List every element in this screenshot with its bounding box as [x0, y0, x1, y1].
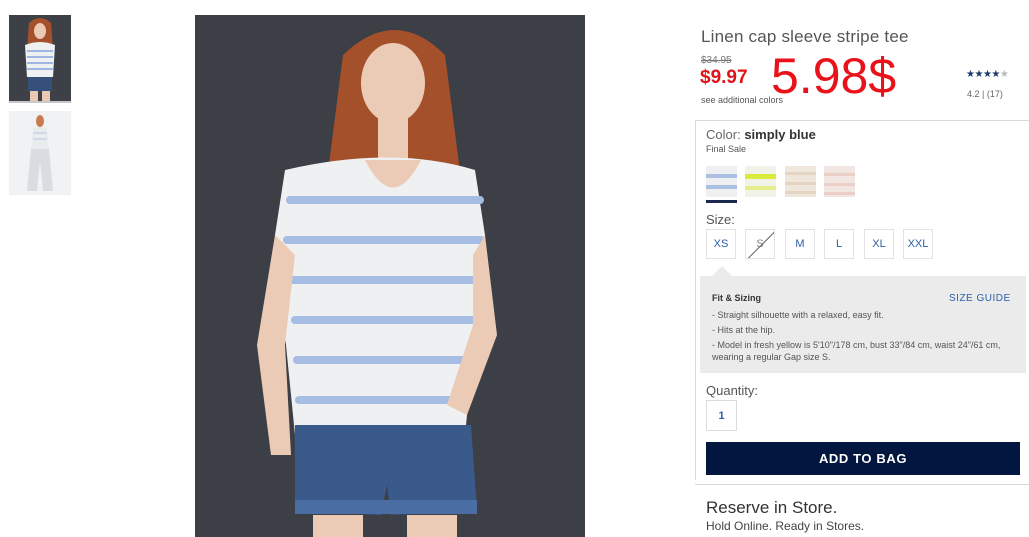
swatch-simply-blue[interactable]: [706, 166, 737, 197]
add-to-bag-button[interactable]: ADD TO BAG: [706, 442, 1020, 475]
quantity-input[interactable]: [706, 400, 737, 431]
color-label: Color: simply blue: [706, 127, 816, 142]
rating-summary[interactable]: 4.2 | (17): [967, 89, 1003, 99]
selected-color-name: simply blue: [744, 127, 816, 142]
product-title: Linen cap sleeve stripe tee: [701, 27, 909, 46]
size-option-s-unavailable[interactable]: S: [745, 229, 775, 259]
star-icon: ★: [974, 69, 983, 80]
swatch-pink-stripe[interactable]: [824, 166, 855, 197]
thumbnail-front-image: [9, 15, 71, 101]
fit-details-list: - Straight silhouette with a relaxed, ea…: [712, 309, 1012, 366]
swatch-fresh-yellow[interactable]: [745, 166, 776, 197]
size-option-xl[interactable]: XL: [864, 229, 894, 259]
final-sale-note: Final Sale: [706, 144, 747, 154]
size-option-xs[interactable]: XS: [706, 229, 736, 259]
color-label-text: Color:: [706, 127, 741, 142]
price-annotation: 5.98$: [771, 48, 897, 104]
reserve-in-store-title[interactable]: Reserve in Store.: [706, 498, 837, 518]
selected-swatch-indicator: [706, 200, 737, 203]
size-label: Size:: [706, 212, 735, 227]
size-guide-link[interactable]: SIZE GUIDE: [949, 293, 1011, 304]
size-option-xxl[interactable]: XXL: [903, 229, 933, 259]
original-price: $34.95: [701, 55, 732, 66]
star-icon: ★: [991, 69, 1000, 80]
star-rating[interactable]: ★★★★★: [966, 69, 1009, 80]
reserve-divider: [695, 484, 1029, 485]
size-option-m[interactable]: M: [785, 229, 815, 259]
main-product-image[interactable]: [195, 15, 585, 537]
fit-sizing-title: Fit & Sizing: [712, 293, 761, 303]
thumbnail-front[interactable]: [9, 15, 71, 103]
size-option-l[interactable]: L: [824, 229, 854, 259]
star-empty-icon: ★: [999, 69, 1009, 80]
sale-price: $9.97: [700, 67, 748, 88]
reserve-in-store-subtitle: Hold Online. Ready in Stores.: [706, 519, 865, 533]
unavailable-slash: [747, 230, 774, 258]
thumbnail-full[interactable]: [9, 111, 71, 195]
thumbnail-full-image: [9, 111, 71, 195]
swatch-oatmeal[interactable]: [785, 166, 816, 197]
fit-detail-item: - Straight silhouette with a relaxed, ea…: [712, 310, 884, 320]
fit-detail-item: - Hits at the hip.: [712, 325, 776, 335]
fit-box-pointer: [712, 266, 732, 276]
quantity-label: Quantity:: [706, 383, 759, 398]
fit-detail-item: - Model in fresh yellow is 5'10"/178 cm,…: [712, 340, 1001, 362]
